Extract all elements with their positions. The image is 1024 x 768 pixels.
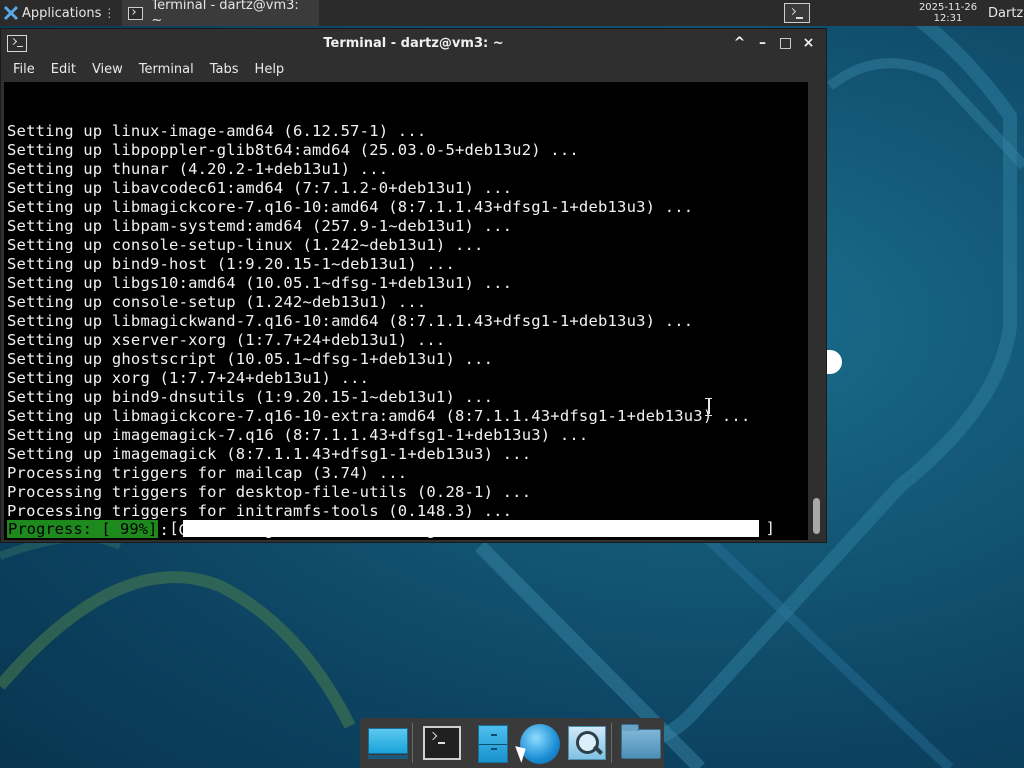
maximize-button[interactable]: □: [774, 33, 797, 53]
app-finder-icon: [568, 726, 607, 760]
terminal-line: Setting up libavcodec61:amd64 (7:7.1.2-0…: [7, 179, 513, 197]
terminal-scrollbar[interactable]: [808, 82, 825, 540]
user-menu[interactable]: Dartz: [988, 6, 1024, 21]
terminal-line: Setting up console-setup (1.242~deb13u1)…: [7, 293, 427, 311]
progress-indicator: Progress: [ 99%] [ ]: [7, 519, 775, 538]
dock-separator: [610, 723, 612, 763]
terminal-line: Setting up imagemagick-7.q16 (8:7.1.1.43…: [7, 426, 589, 444]
terminal-icon: [128, 6, 144, 20]
web-browser-launcher[interactable]: [514, 720, 561, 766]
terminal-line: Setting up xorg (1:7.7+24+deb13u1) ...: [7, 369, 370, 387]
taskbar-item-terminal[interactable]: Terminal - dartz@vm3: ~: [122, 0, 320, 28]
terminal-line: Setting up libmagickwand-7.q16-10:amd64 …: [7, 312, 694, 330]
window-title: Terminal - dartz@vm3: ~: [323, 35, 504, 51]
menu-edit[interactable]: Edit: [43, 62, 84, 77]
terminal-line: Setting up libpam-systemd:amd64 (257.9-1…: [7, 217, 513, 235]
app-finder-launcher[interactable]: [562, 720, 607, 766]
folder-icon: [620, 724, 661, 759]
menu-help[interactable]: Help: [247, 62, 293, 77]
dock-separator: [412, 723, 414, 763]
progress-label: Progress: [ 99%]: [7, 519, 159, 538]
terminal-line: Setting up thunar (4.20.2-1+deb13u1) ...: [7, 160, 389, 178]
terminal-launcher[interactable]: [417, 720, 462, 766]
terminal-window-icon[interactable]: [7, 34, 27, 52]
terminal-line: Processing triggers for mailcap (3.74) .…: [7, 464, 408, 482]
xfce-logo-icon: [3, 5, 19, 21]
ibeam-cursor-icon: [704, 396, 713, 416]
close-button[interactable]: ×: [797, 33, 820, 53]
terminal-icon: [423, 726, 462, 760]
file-manager-icon: [477, 725, 508, 763]
web-browser-icon: [520, 724, 561, 764]
terminal-line: Setting up bind9-host (1:9.20.15-1~deb13…: [7, 255, 455, 273]
scrollbar-thumb[interactable]: [813, 498, 820, 534]
menu-view[interactable]: View: [84, 62, 131, 77]
terminal-line: Setting up linux-image-amd64 (6.12.57-1)…: [7, 122, 427, 140]
terminal-line: Setting up xserver-xorg (1:7.7+24+deb13u…: [7, 331, 446, 349]
menu-file[interactable]: File: [5, 62, 43, 77]
terminal-line: Setting up imagemagick (8:7.1.1.43+dfsg1…: [7, 445, 532, 463]
menu-separator-icon: ⋮: [103, 6, 116, 20]
terminal-line: Setting up libgs10:amd64 (10.05.1~dfsg-1…: [7, 274, 513, 292]
shade-button[interactable]: ^: [728, 33, 751, 53]
terminal-line: Setting up bind9-dnsutils (1:9.20.15-1~d…: [7, 388, 494, 406]
terminal-line: Setting up libpoppler-glib8t64:amd64 (25…: [7, 141, 579, 159]
folder-launcher[interactable]: [616, 720, 661, 766]
dock: [360, 718, 664, 768]
terminal-line: Setting up libmagickcore-7.q16-10-extra:…: [7, 407, 751, 425]
top-panel: Applications ⋮ Terminal - dartz@vm3: ~ 2…: [0, 0, 1024, 28]
clock-time: 12:31: [933, 13, 963, 24]
terminal-line: Setting up console-setup-linux (1.242~de…: [7, 236, 484, 254]
clock-date: 2025-11-26: [918, 2, 978, 13]
show-desktop-icon: [368, 728, 408, 759]
taskbar-item-label: Terminal - dartz@vm3: ~: [151, 0, 299, 28]
progress-bar-fill: [182, 520, 753, 537]
menu-terminal[interactable]: Terminal: [131, 62, 202, 77]
menu-bar: File Edit View Terminal Tabs Help: [1, 57, 826, 82]
progress-open-bracket: [: [169, 519, 179, 537]
terminal-launcher-icon[interactable]: [784, 3, 810, 23]
progress-close-bracket: ]: [765, 519, 775, 537]
file-manager-launcher[interactable]: [466, 720, 509, 766]
clock[interactable]: 2025-11-26 12:31: [918, 2, 978, 24]
terminal-line: Setting up ghostscript (10.05.1~dfsg-1+d…: [7, 350, 494, 368]
terminal-line: Setting up libmagickcore-7.q16-10:amd64 …: [7, 198, 694, 216]
progress-bar: [182, 520, 759, 537]
applications-label: Applications: [22, 5, 102, 21]
applications-menu-button[interactable]: Applications ⋮: [0, 0, 119, 26]
terminal-output[interactable]: Setting up linux-image-amd64 (6.12.57-1)…: [4, 82, 808, 540]
show-desktop-button[interactable]: [364, 720, 408, 766]
window-titlebar[interactable]: Terminal - dartz@vm3: ~ ^ – □ ×: [1, 29, 826, 57]
terminal-window: Terminal - dartz@vm3: ~ ^ – □ × File Edi…: [0, 28, 827, 543]
menu-tabs[interactable]: Tabs: [202, 62, 247, 77]
terminal-line: Processing triggers for desktop-file-uti…: [7, 483, 532, 501]
minimize-button[interactable]: –: [751, 33, 774, 53]
